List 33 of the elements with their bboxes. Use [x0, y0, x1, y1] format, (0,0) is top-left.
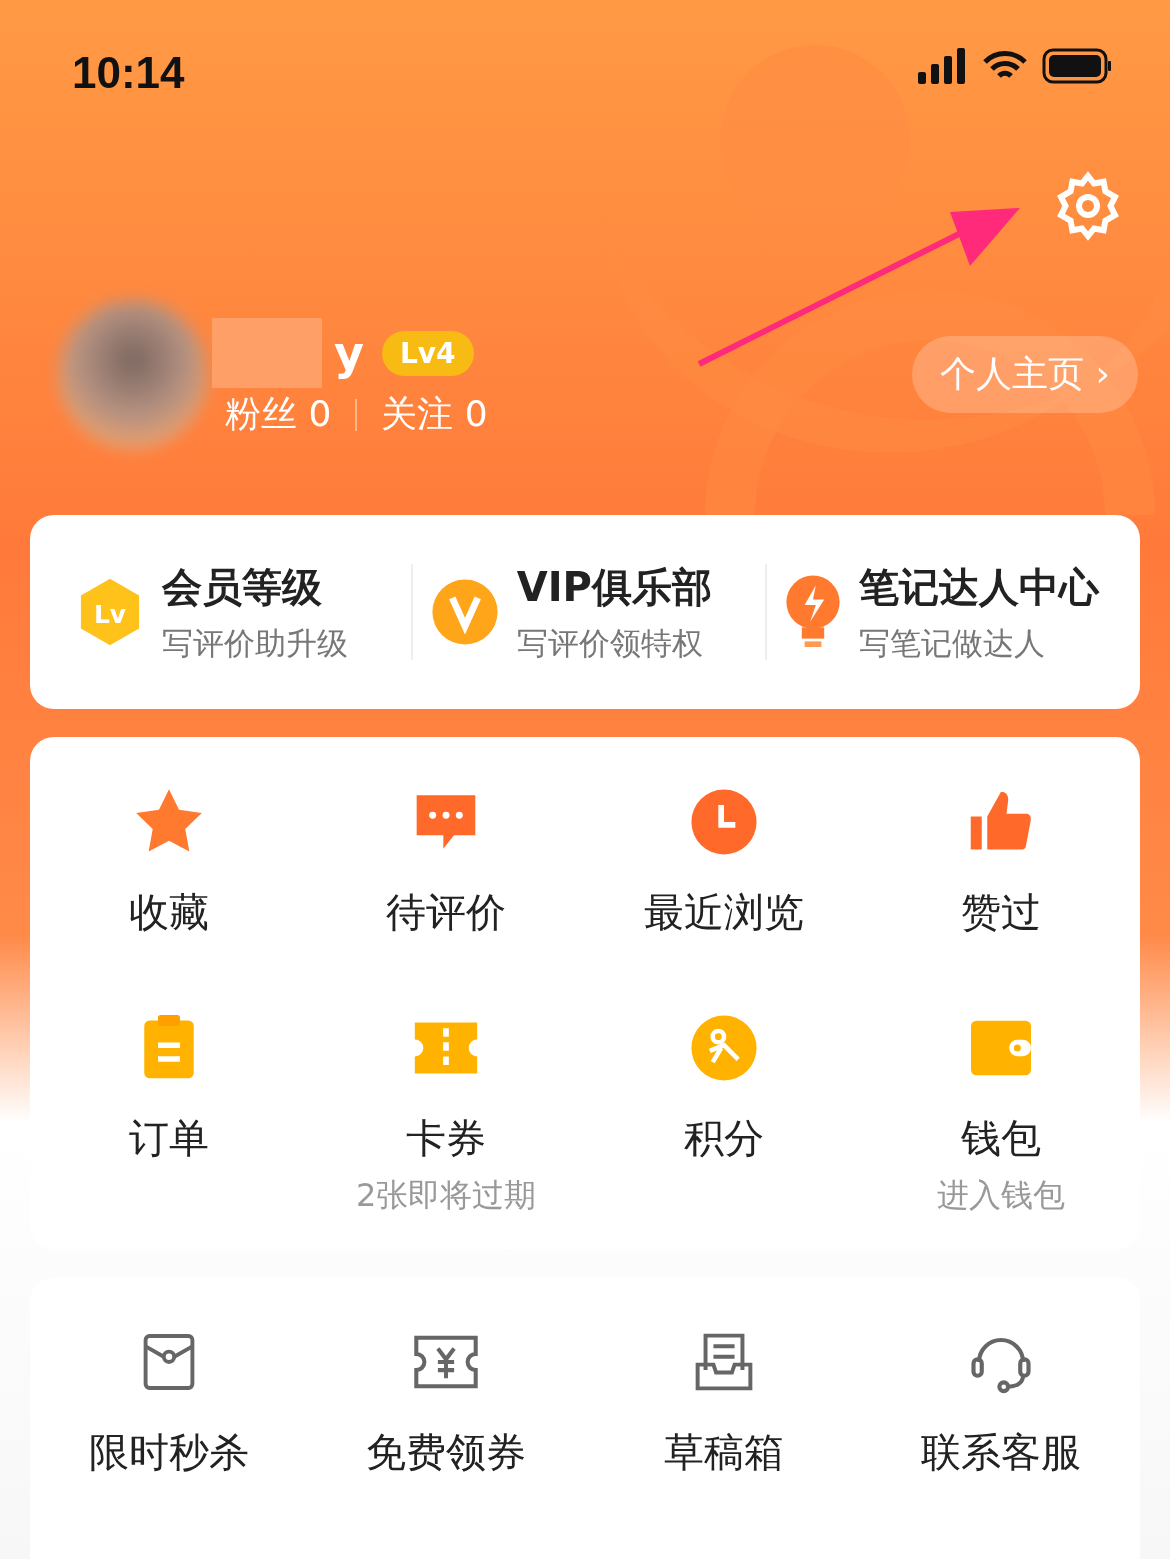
shortcut-label[interactable]: 积分 — [683, 1111, 764, 1166]
tool-label[interactable]: 免费领券 — [366, 1425, 527, 1480]
shortcut-label[interactable]: 最近浏览 — [643, 885, 804, 940]
shortcut-label[interactable]: 待评价 — [386, 885, 507, 940]
signal-icon — [918, 48, 968, 84]
status-time: 10:14 — [72, 48, 185, 98]
shortcut-note: 2张即将过期 — [356, 1175, 537, 1216]
tool-label[interactable]: 草稿箱 — [663, 1425, 784, 1480]
clock-icon — [689, 788, 758, 856]
level-badge: Lv4 — [382, 330, 474, 376]
shortcut-label[interactable]: 钱包 — [961, 1111, 1042, 1166]
user-name: y — [334, 326, 364, 380]
v-coin-icon — [430, 578, 499, 646]
avatar[interactable] — [58, 300, 208, 450]
shortcut-label[interactable]: 赞过 — [961, 885, 1042, 940]
benefit-title[interactable]: 会员等级 — [162, 559, 348, 615]
envelope-icon — [142, 1333, 195, 1391]
person-coin-icon — [689, 1014, 758, 1082]
benefit-title[interactable]: VIP俱乐部 — [516, 559, 712, 615]
tool-label[interactable]: 联系客服 — [921, 1425, 1082, 1480]
tool-label[interactable]: 限时秒杀 — [88, 1425, 249, 1480]
benefit-subtitle: 写评价领特权 — [516, 623, 704, 663]
lightbulb-icon — [785, 574, 842, 650]
battery-icon — [1042, 48, 1112, 84]
benefit-title[interactable]: 笔记达人中心 — [859, 559, 1100, 615]
yuan-ticket-icon — [413, 1335, 480, 1389]
benefit-subtitle: 写评价助升级 — [162, 623, 348, 663]
shortcut-note: 进入钱包 — [937, 1175, 1066, 1216]
benefit-subtitle: 写笔记做达人 — [859, 623, 1047, 663]
shortcut-label[interactable]: 收藏 — [128, 885, 209, 940]
shortcut-label[interactable]: 订单 — [128, 1111, 209, 1166]
shortcut-label[interactable]: 卡券 — [406, 1111, 487, 1166]
inbox-tray-icon — [694, 1333, 753, 1391]
